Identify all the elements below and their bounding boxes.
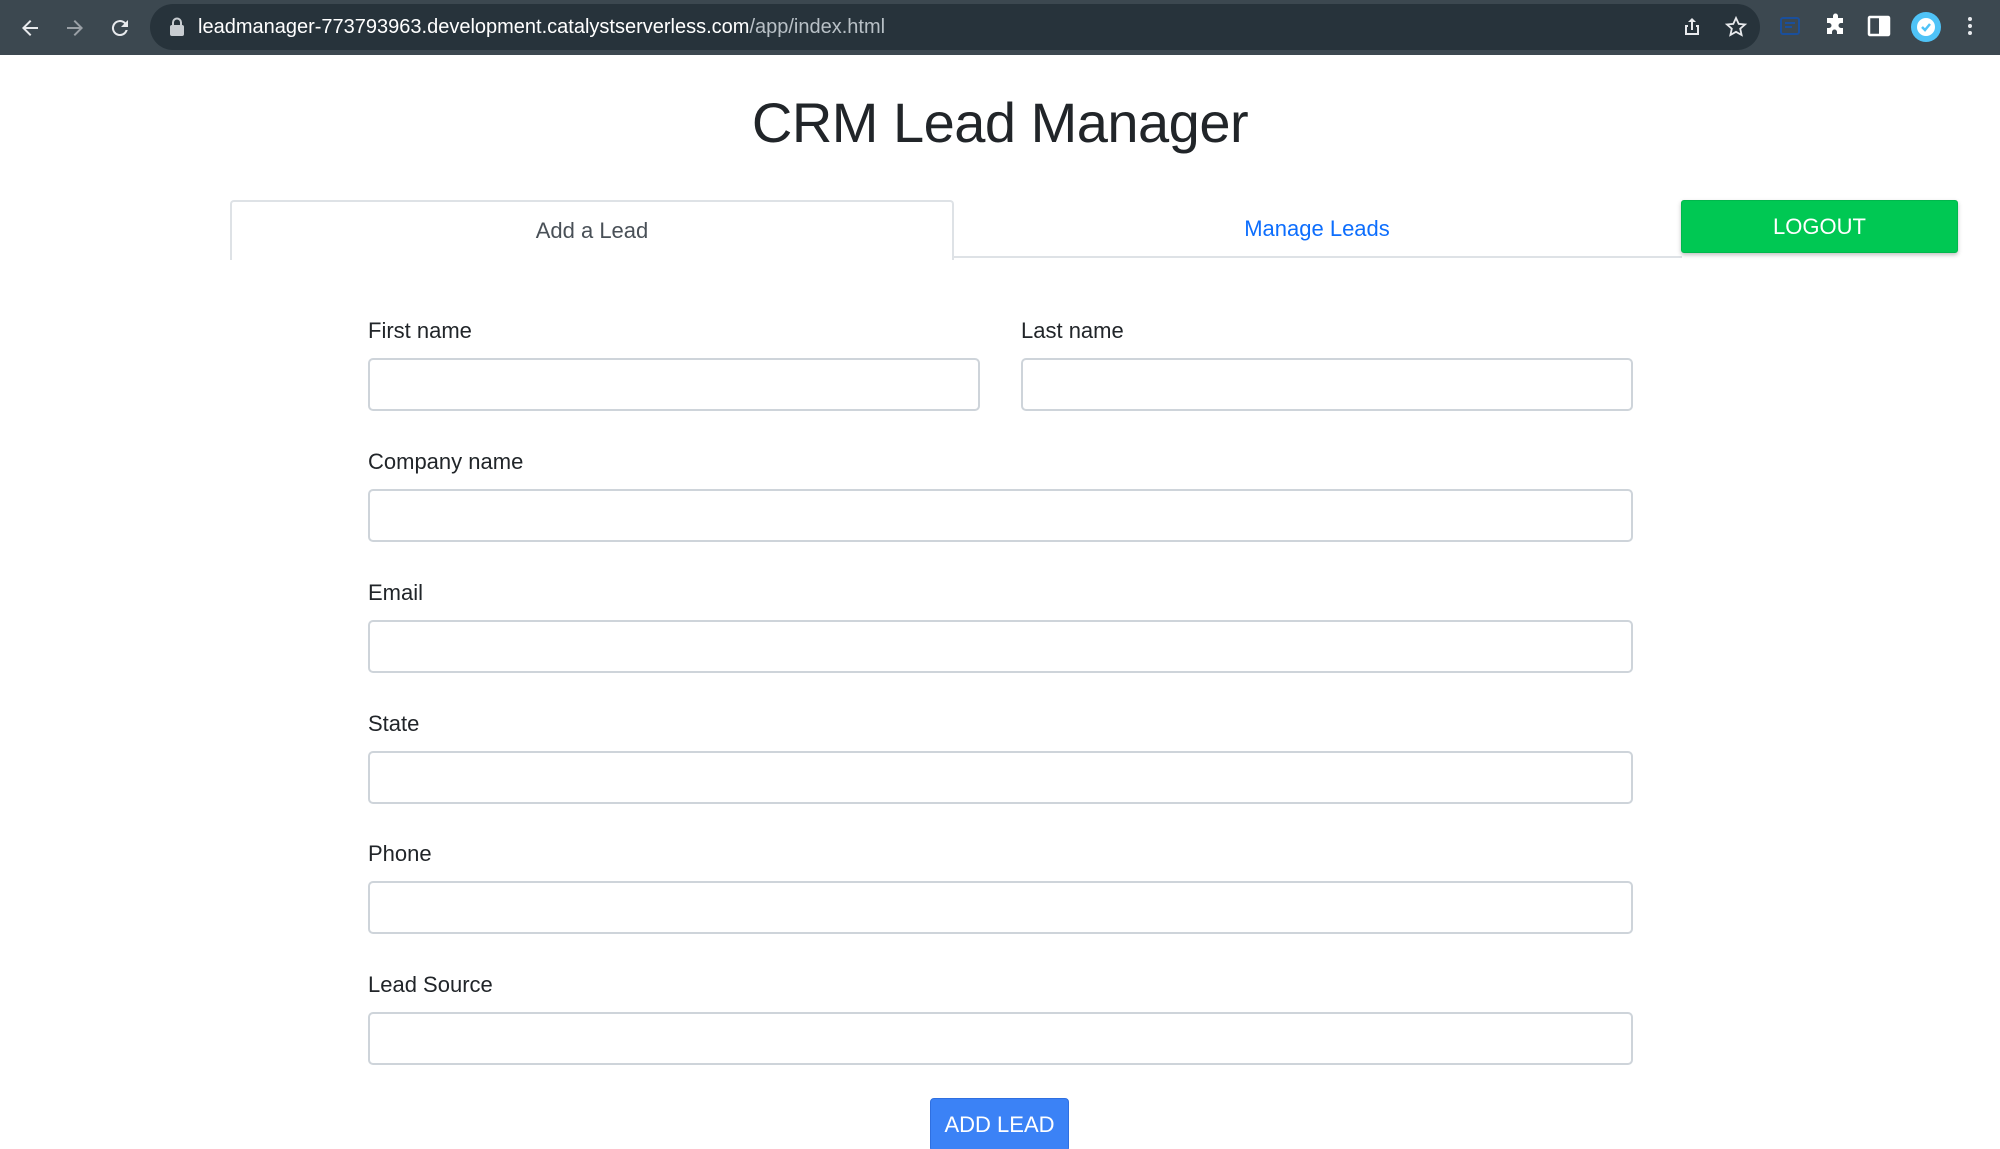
address-bar[interactable]: leadmanager-773793963.development.cataly…: [150, 4, 1760, 50]
puzzle-icon[interactable]: [1823, 13, 1849, 39]
lock-icon: [170, 17, 184, 36]
back-arrow-icon[interactable]: [12, 10, 48, 46]
browser-toolbar: leadmanager-773793963.development.cataly…: [0, 0, 2000, 55]
phone-label: Phone: [368, 841, 432, 866]
lead-source-label: Lead Source: [368, 972, 493, 997]
more-menu-icon[interactable]: [1957, 13, 1983, 39]
last-name-input[interactable]: [1021, 358, 1633, 411]
forward-arrow-icon[interactable]: [57, 10, 93, 46]
company-name-input[interactable]: [368, 489, 1633, 542]
first-name-input[interactable]: [368, 358, 980, 411]
email-input[interactable]: [368, 620, 1633, 673]
tab-manage-leads[interactable]: Manage Leads: [954, 200, 1680, 258]
share-icon[interactable]: [1680, 15, 1704, 39]
first-name-label: First name: [368, 318, 472, 343]
page-title: CRM Lead Manager: [751, 91, 1249, 154]
logout-button[interactable]: LOGOUT: [1681, 200, 1958, 253]
reload-icon[interactable]: [102, 10, 138, 46]
state-label: State: [368, 711, 420, 736]
profile-avatar-icon[interactable]: [1910, 11, 1942, 43]
last-name-label: Last name: [1021, 318, 1124, 343]
tab-add-lead[interactable]: Add a Lead: [230, 200, 954, 260]
email-label: Email: [368, 580, 424, 605]
company-name-label: Company name: [368, 449, 524, 474]
url-path: /app/index.html: [749, 16, 886, 38]
side-panel-icon[interactable]: [1866, 13, 1892, 39]
lead-source-input[interactable]: [368, 1012, 1633, 1065]
state-input[interactable]: [368, 751, 1633, 804]
add-lead-button[interactable]: ADD LEAD: [930, 1098, 1069, 1149]
url-text[interactable]: leadmanager-773793963.development.cataly…: [198, 16, 885, 39]
url-host: leadmanager-773793963.development.cataly…: [198, 16, 750, 38]
extension-icon[interactable]: [1778, 13, 1804, 39]
star-icon[interactable]: [1724, 15, 1748, 39]
phone-input[interactable]: [368, 881, 1633, 934]
